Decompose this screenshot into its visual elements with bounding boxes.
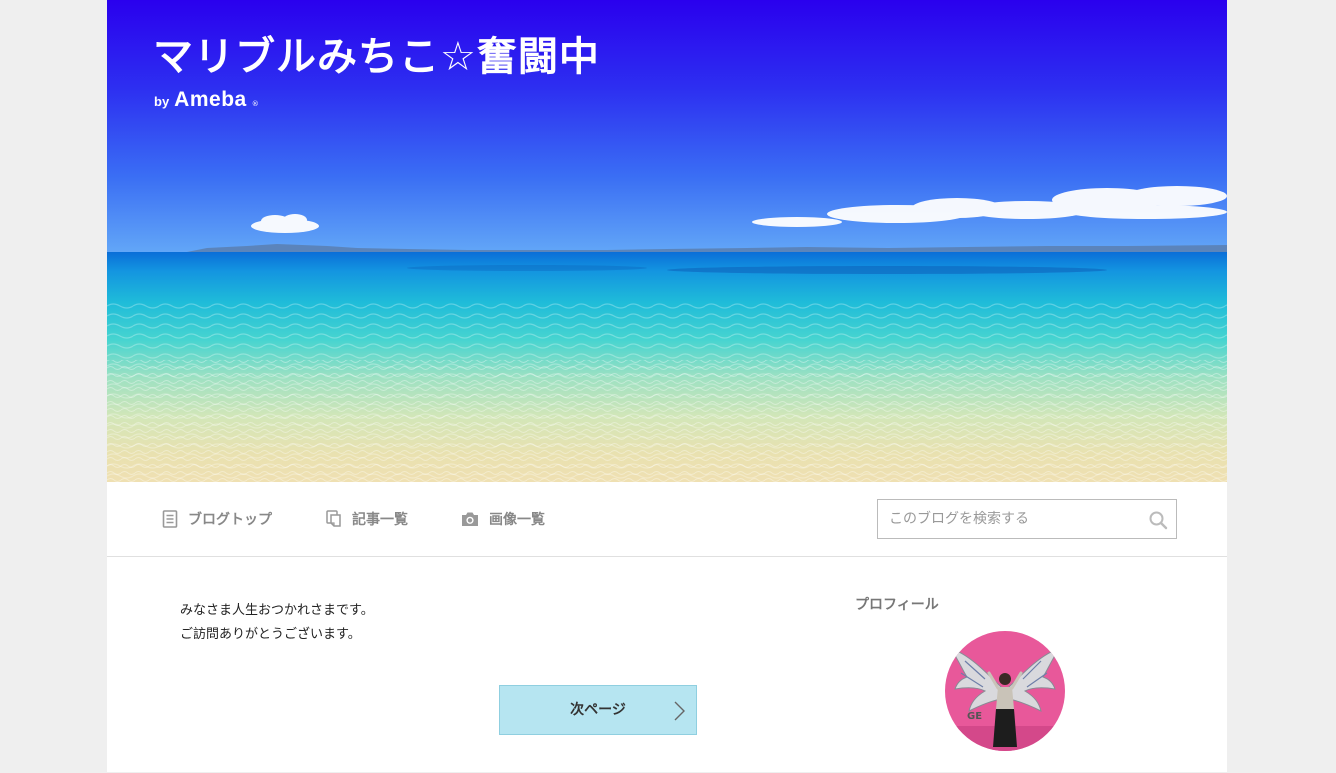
avatar-image: GE: [945, 631, 1065, 751]
search-input[interactable]: [878, 500, 1138, 538]
chevron-right-icon: [674, 701, 685, 721]
svg-text:GE: GE: [967, 711, 982, 722]
greeting-text: みなさま人生おつかれさまです。 ご訪問ありがとうございます。: [180, 599, 374, 647]
document-icon: [162, 510, 178, 528]
search-icon[interactable]: [1148, 510, 1168, 530]
blog-header: マリブルみちこ☆奮闘中 by Ameba ®: [107, 0, 1227, 482]
nav-blog-top[interactable]: ブログトップ: [161, 509, 272, 529]
blog-nav-bar: ブログトップ 記事一覧 画像一覧: [107, 482, 1227, 557]
nav-blog-top-label: ブログトップ: [188, 512, 272, 528]
greeting-line-2: ご訪問ありがとうございます。: [180, 627, 361, 642]
next-page-label: 次ページ: [570, 702, 626, 718]
main-content: みなさま人生おつかれさまです。 ご訪問ありがとうございます。 次ページ プロフィ…: [107, 557, 1227, 773]
blog-title-link[interactable]: マリブルみちこ☆奮闘中: [153, 24, 600, 82]
ameba-logo[interactable]: by Ameba ®: [154, 88, 259, 112]
ameba-brand-label: Ameba: [174, 88, 247, 111]
nav-image-list-label: 画像一覧: [489, 512, 545, 528]
copy-icon: [326, 510, 341, 527]
blog-search: [877, 499, 1177, 539]
profile-heading: プロフィール: [855, 597, 939, 613]
greeting-line-1: みなさま人生おつかれさまです。: [180, 603, 374, 618]
nav-entry-list-label: 記事一覧: [352, 512, 408, 528]
page-container: マリブルみちこ☆奮闘中 by Ameba ® ブログトップ 記事一覧 画像一覧 …: [107, 0, 1227, 772]
nav-image-list[interactable]: 画像一覧: [460, 509, 545, 529]
by-label: by: [154, 94, 170, 109]
profile-avatar[interactable]: GE: [945, 631, 1065, 751]
nav-entry-list[interactable]: 記事一覧: [325, 509, 408, 529]
next-page-button[interactable]: 次ページ: [499, 685, 697, 735]
registered-mark: ®: [251, 100, 259, 108]
camera-icon: [462, 512, 478, 526]
